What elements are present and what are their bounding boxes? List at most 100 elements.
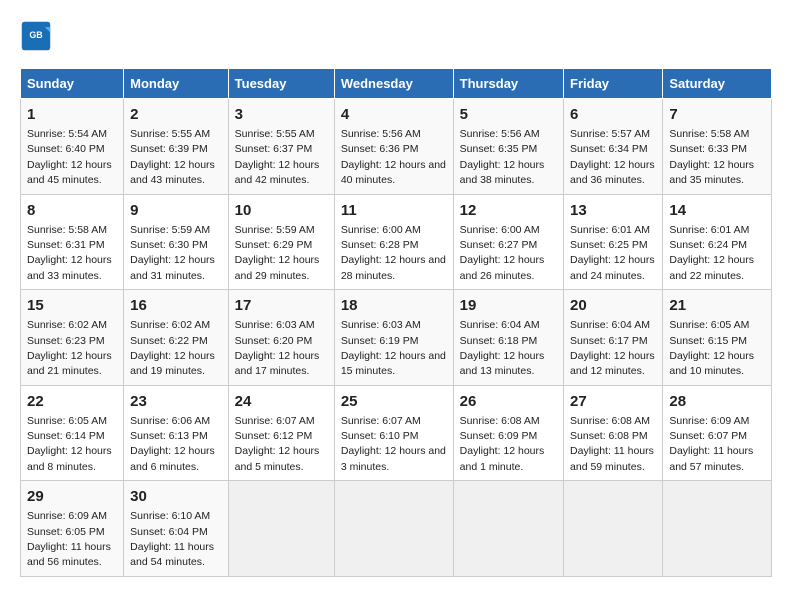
calendar-cell: 1 Sunrise: 5:54 AMSunset: 6:40 PMDaylight…: [21, 99, 124, 195]
cell-info: Sunrise: 5:59 AMSunset: 6:30 PMDaylight:…: [130, 224, 215, 282]
day-number: 2: [130, 104, 222, 125]
calendar-cell: 21Sunrise: 6:05 AMSunset: 6:15 PMDayligh…: [663, 290, 772, 386]
day-number: 29: [27, 486, 117, 507]
header-monday: Monday: [124, 69, 229, 99]
day-number: 27: [570, 391, 656, 412]
header-wednesday: Wednesday: [334, 69, 453, 99]
day-number: 18: [341, 295, 447, 316]
calendar-cell: 30Sunrise: 6:10 AMSunset: 6:04 PMDayligh…: [124, 481, 229, 577]
day-number: 8: [27, 200, 117, 221]
day-number: 1: [27, 104, 117, 125]
header-thursday: Thursday: [453, 69, 563, 99]
calendar-cell: 8 Sunrise: 5:58 AMSunset: 6:31 PMDaylight…: [21, 194, 124, 290]
cell-info: Sunrise: 6:04 AMSunset: 6:18 PMDaylight:…: [460, 319, 545, 377]
cell-info: Sunrise: 6:01 AMSunset: 6:24 PMDaylight:…: [669, 224, 754, 282]
cell-info: Sunrise: 6:09 AMSunset: 6:07 PMDaylight:…: [669, 415, 753, 473]
day-number: 7: [669, 104, 765, 125]
day-number: 6: [570, 104, 656, 125]
calendar-cell: [453, 481, 563, 577]
calendar-cell: 3Sunrise: 5:55 AMSunset: 6:37 PMDaylight…: [228, 99, 334, 195]
logo-icon: GB: [20, 20, 52, 52]
day-number: 25: [341, 391, 447, 412]
cell-info: Sunrise: 5:54 AMSunset: 6:40 PMDaylight:…: [27, 128, 112, 186]
cell-info: Sunrise: 6:02 AMSunset: 6:23 PMDaylight:…: [27, 319, 112, 377]
day-number: 19: [460, 295, 557, 316]
day-number: 12: [460, 200, 557, 221]
cell-info: Sunrise: 6:04 AMSunset: 6:17 PMDaylight:…: [570, 319, 655, 377]
cell-info: Sunrise: 6:01 AMSunset: 6:25 PMDaylight:…: [570, 224, 655, 282]
day-number: 9: [130, 200, 222, 221]
week-row-5: 29 Sunrise: 6:09 AMSunset: 6:05 PMDayligh…: [21, 481, 772, 577]
calendar-cell: 6 Sunrise: 5:57 AMSunset: 6:34 PMDaylight…: [564, 99, 663, 195]
cell-info: Sunrise: 6:03 AMSunset: 6:20 PMDaylight:…: [235, 319, 320, 377]
cell-info: Sunrise: 6:02 AMSunset: 6:22 PMDaylight:…: [130, 319, 215, 377]
cell-info: Sunrise: 6:09 AMSunset: 6:05 PMDaylight:…: [27, 510, 111, 568]
day-number: 5: [460, 104, 557, 125]
week-row-3: 15 Sunrise: 6:02 AMSunset: 6:23 PMDayligh…: [21, 290, 772, 386]
calendar-cell: 18 Sunrise: 6:03 AMSunset: 6:19 PMDayligh…: [334, 290, 453, 386]
calendar-cell: 25 Sunrise: 6:07 AMSunset: 6:10 PMDayligh…: [334, 385, 453, 481]
calendar-cell: 19 Sunrise: 6:04 AMSunset: 6:18 PMDayligh…: [453, 290, 563, 386]
calendar-cell: [334, 481, 453, 577]
page-header: GB: [20, 20, 772, 52]
cell-info: Sunrise: 6:03 AMSunset: 6:19 PMDaylight:…: [341, 319, 446, 377]
calendar-cell: 15 Sunrise: 6:02 AMSunset: 6:23 PMDayligh…: [21, 290, 124, 386]
day-number: 23: [130, 391, 222, 412]
calendar-cell: 7Sunrise: 5:58 AMSunset: 6:33 PMDaylight…: [663, 99, 772, 195]
cell-info: Sunrise: 6:00 AMSunset: 6:27 PMDaylight:…: [460, 224, 545, 282]
calendar-header-row: SundayMondayTuesdayWednesdayThursdayFrid…: [21, 69, 772, 99]
day-number: 20: [570, 295, 656, 316]
day-number: 26: [460, 391, 557, 412]
calendar-cell: 22 Sunrise: 6:05 AMSunset: 6:14 PMDayligh…: [21, 385, 124, 481]
logo: GB: [20, 20, 56, 52]
calendar-cell: 11 Sunrise: 6:00 AMSunset: 6:28 PMDayligh…: [334, 194, 453, 290]
calendar-cell: 9 Sunrise: 5:59 AMSunset: 6:30 PMDaylight…: [124, 194, 229, 290]
cell-info: Sunrise: 6:06 AMSunset: 6:13 PMDaylight:…: [130, 415, 215, 473]
calendar-table: SundayMondayTuesdayWednesdayThursdayFrid…: [20, 68, 772, 577]
day-number: 28: [669, 391, 765, 412]
calendar-cell: 17Sunrise: 6:03 AMSunset: 6:20 PMDayligh…: [228, 290, 334, 386]
day-number: 22: [27, 391, 117, 412]
calendar-cell: 28 Sunrise: 6:09 AMSunset: 6:07 PMDayligh…: [663, 385, 772, 481]
day-number: 10: [235, 200, 328, 221]
day-number: 24: [235, 391, 328, 412]
calendar-cell: [564, 481, 663, 577]
calendar-cell: 2Sunrise: 5:55 AMSunset: 6:39 PMDaylight…: [124, 99, 229, 195]
calendar-cell: 26 Sunrise: 6:08 AMSunset: 6:09 PMDayligh…: [453, 385, 563, 481]
cell-info: Sunrise: 5:58 AMSunset: 6:31 PMDaylight:…: [27, 224, 112, 282]
cell-info: Sunrise: 6:08 AMSunset: 6:09 PMDaylight:…: [460, 415, 545, 473]
header-sunday: Sunday: [21, 69, 124, 99]
cell-info: Sunrise: 5:55 AMSunset: 6:37 PMDaylight:…: [235, 128, 320, 186]
cell-info: Sunrise: 6:00 AMSunset: 6:28 PMDaylight:…: [341, 224, 446, 282]
calendar-cell: 13 Sunrise: 6:01 AMSunset: 6:25 PMDayligh…: [564, 194, 663, 290]
header-tuesday: Tuesday: [228, 69, 334, 99]
day-number: 15: [27, 295, 117, 316]
day-number: 13: [570, 200, 656, 221]
cell-info: Sunrise: 6:08 AMSunset: 6:08 PMDaylight:…: [570, 415, 654, 473]
cell-info: Sunrise: 6:07 AMSunset: 6:10 PMDaylight:…: [341, 415, 446, 473]
cell-info: Sunrise: 6:05 AMSunset: 6:14 PMDaylight:…: [27, 415, 112, 473]
calendar-cell: 24 Sunrise: 6:07 AMSunset: 6:12 PMDayligh…: [228, 385, 334, 481]
calendar-cell: 23 Sunrise: 6:06 AMSunset: 6:13 PMDayligh…: [124, 385, 229, 481]
cell-info: Sunrise: 6:07 AMSunset: 6:12 PMDaylight:…: [235, 415, 320, 473]
header-friday: Friday: [564, 69, 663, 99]
svg-text:GB: GB: [29, 30, 42, 40]
calendar-cell: 4Sunrise: 5:56 AMSunset: 6:36 PMDaylight…: [334, 99, 453, 195]
day-number: 21: [669, 295, 765, 316]
day-number: 16: [130, 295, 222, 316]
cell-info: Sunrise: 5:56 AMSunset: 6:35 PMDaylight:…: [460, 128, 545, 186]
header-saturday: Saturday: [663, 69, 772, 99]
cell-info: Sunrise: 5:56 AMSunset: 6:36 PMDaylight:…: [341, 128, 446, 186]
week-row-2: 8 Sunrise: 5:58 AMSunset: 6:31 PMDaylight…: [21, 194, 772, 290]
calendar-cell: 16 Sunrise: 6:02 AMSunset: 6:22 PMDayligh…: [124, 290, 229, 386]
calendar-cell: 5 Sunrise: 5:56 AMSunset: 6:35 PMDaylight…: [453, 99, 563, 195]
calendar-cell: 29 Sunrise: 6:09 AMSunset: 6:05 PMDayligh…: [21, 481, 124, 577]
cell-info: Sunrise: 5:59 AMSunset: 6:29 PMDaylight:…: [235, 224, 320, 282]
day-number: 11: [341, 200, 447, 221]
calendar-cell: 14 Sunrise: 6:01 AMSunset: 6:24 PMDayligh…: [663, 194, 772, 290]
calendar-cell: [228, 481, 334, 577]
calendar-cell: [663, 481, 772, 577]
calendar-cell: 10 Sunrise: 5:59 AMSunset: 6:29 PMDayligh…: [228, 194, 334, 290]
cell-info: Sunrise: 5:57 AMSunset: 6:34 PMDaylight:…: [570, 128, 655, 186]
day-number: 14: [669, 200, 765, 221]
